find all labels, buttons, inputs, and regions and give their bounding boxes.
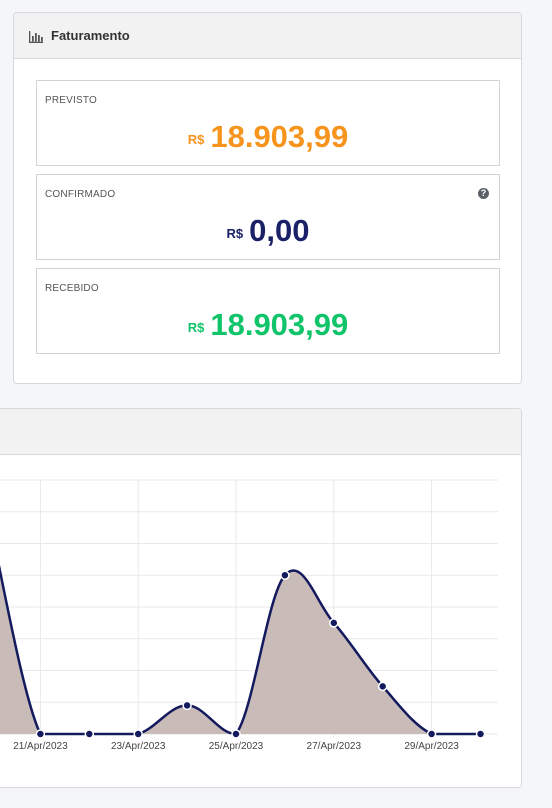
data-point xyxy=(133,729,143,739)
data-point xyxy=(426,729,437,739)
series-line xyxy=(0,564,481,736)
x-tick-label: 23/Apr/2023 xyxy=(111,741,166,752)
card-value: R$ 0,00 xyxy=(37,213,499,249)
data-point xyxy=(377,681,388,692)
question-circle-icon[interactable]: ? xyxy=(478,188,489,199)
amount: 0,00 xyxy=(249,213,310,248)
data-point xyxy=(182,700,192,711)
amount: 18.903,99 xyxy=(210,307,349,342)
data-point xyxy=(329,618,339,628)
data-point xyxy=(231,729,241,739)
panel-title: Faturamento xyxy=(51,28,130,43)
card-confirmado: CONFIRMADO ? R$ 0,00 xyxy=(36,174,500,260)
card-label: CONFIRMADO xyxy=(45,189,116,200)
series-area xyxy=(0,570,481,734)
card-label: PREVISTO xyxy=(45,95,97,106)
data-point xyxy=(475,729,486,739)
bar-chart-icon xyxy=(29,30,43,43)
x-tick-label: 21/Apr/2023 xyxy=(13,741,68,752)
data-point xyxy=(280,570,290,580)
faturamento-panel: Faturamento PREVISTO R$ 18.903,99 CONFIRM… xyxy=(13,12,522,384)
x-tick-label: 27/Apr/2023 xyxy=(307,741,362,752)
card-label: RECEBIDO xyxy=(45,283,99,294)
card-value: R$ 18.903,99 xyxy=(37,119,499,155)
x-tick-label: 29/Apr/2023 xyxy=(404,741,459,752)
x-tick-label: 25/Apr/2023 xyxy=(209,741,264,752)
currency-symbol: R$ xyxy=(187,320,205,335)
currency-symbol: R$ xyxy=(187,132,205,147)
amount: 18.903,99 xyxy=(210,119,349,154)
area-chart: 21/Apr/2023 23/Apr/2023 25/Apr/2023 27/Apr/… xyxy=(0,479,498,752)
card-previsto: PREVISTO R$ 18.903,99 xyxy=(36,80,500,166)
currency-symbol: R$ xyxy=(226,226,244,241)
panel-header: Faturamento xyxy=(14,13,521,59)
card-recebido: RECEBIDO R$ 18.903,99 xyxy=(36,268,500,354)
card-value: R$ 18.903,99 xyxy=(37,307,499,343)
data-point xyxy=(84,729,95,739)
data-point xyxy=(35,729,46,739)
